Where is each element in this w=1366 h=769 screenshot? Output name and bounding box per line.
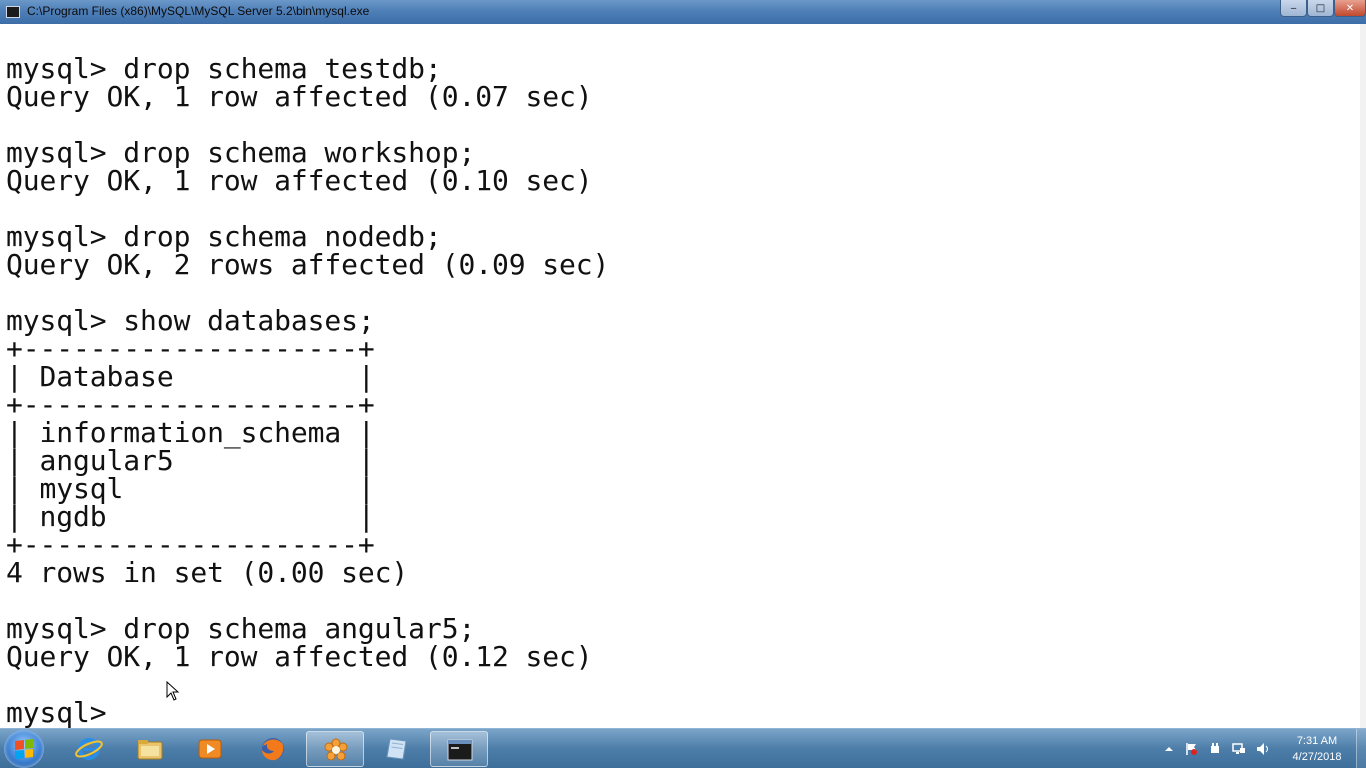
network-icon[interactable]	[1232, 742, 1246, 756]
console-prompt-input[interactable]: mysql>	[6, 699, 609, 727]
taskbar-item-media-player[interactable]	[181, 731, 239, 767]
clock-date: 4/27/2018	[1292, 751, 1342, 763]
console-line: mysql> drop schema testdb;	[6, 52, 442, 85]
console-line: Query OK, 2 rows affected (0.09 sec)	[6, 248, 610, 281]
console-line: Query OK, 1 row affected (0.12 sec)	[6, 640, 593, 673]
console-line: mysql> drop schema workshop;	[6, 136, 476, 169]
power-plug-icon[interactable]	[1208, 742, 1222, 756]
taskbar-item-internet-explorer[interactable]	[60, 731, 118, 767]
console-line: +--------------------+	[6, 528, 375, 561]
console-line: Query OK, 1 row affected (0.10 sec)	[6, 164, 593, 197]
window-titlebar[interactable]: C:\Program Files (x86)\MySQL\MySQL Serve…	[0, 0, 1366, 24]
console-line: | ngdb |	[6, 500, 375, 533]
taskbar: 7:31 AM 4/27/2018	[0, 728, 1366, 769]
action-center-flag-icon[interactable]	[1184, 742, 1198, 756]
console-line: | information_schema |	[6, 416, 375, 449]
console-line: | mysql |	[6, 472, 375, 505]
console-line: | Database |	[6, 360, 375, 393]
console-app-icon	[6, 6, 20, 18]
taskbar-item-flower-app[interactable]	[306, 731, 364, 767]
file-explorer-icon	[137, 740, 163, 760]
taskbar-item-firefox[interactable]	[244, 731, 302, 767]
start-button[interactable]	[4, 730, 44, 768]
console-line: | angular5 |	[6, 444, 375, 477]
console-line: mysql> show databases;	[6, 304, 375, 337]
taskbar-clock[interactable]: 7:31 AM 4/27/2018	[1284, 733, 1350, 765]
internet-explorer-icon	[75, 738, 103, 760]
show-desktop-button[interactable]	[1356, 729, 1366, 769]
document-app-icon	[386, 738, 407, 760]
window-title: C:\Program Files (x86)\MySQL\MySQL Serve…	[27, 4, 370, 18]
console-line: +--------------------+	[6, 388, 375, 421]
flower-app-icon	[324, 738, 348, 761]
taskbar-item-file-explorer[interactable]	[121, 731, 179, 767]
firefox-icon	[262, 738, 284, 761]
taskbar-item-console-window[interactable]	[430, 731, 488, 767]
console-output-area[interactable]: mysql> drop schema testdb; Query OK, 1 r…	[0, 24, 1366, 728]
windows-logo-icon	[15, 739, 33, 759]
console-line: mysql> drop schema nodedb;	[6, 220, 442, 253]
console-lines: mysql> drop schema testdb; Query OK, 1 r…	[6, 55, 609, 727]
minimize-button[interactable]: ‒	[1280, 0, 1307, 17]
console-line: mysql> drop schema angular5;	[6, 612, 476, 645]
clock-time: 7:31 AM	[1296, 735, 1338, 747]
console-window-icon	[447, 739, 473, 761]
media-player-icon	[198, 739, 222, 759]
console-line: 4 rows in set (0.00 sec)	[6, 556, 409, 589]
mouse-pointer-icon	[166, 681, 180, 701]
taskbar-item-document-app[interactable]	[368, 731, 426, 767]
close-button[interactable]: ✕	[1334, 0, 1366, 17]
show-hidden-icons-arrow[interactable]	[1162, 742, 1176, 756]
system-tray	[1160, 729, 1280, 769]
volume-icon[interactable]	[1256, 742, 1270, 756]
console-scrollbar[interactable]	[1360, 24, 1366, 728]
console-line: Query OK, 1 row affected (0.07 sec)	[6, 80, 593, 113]
maximize-button[interactable]: □	[1307, 0, 1334, 17]
console-line: +--------------------+	[6, 332, 375, 365]
